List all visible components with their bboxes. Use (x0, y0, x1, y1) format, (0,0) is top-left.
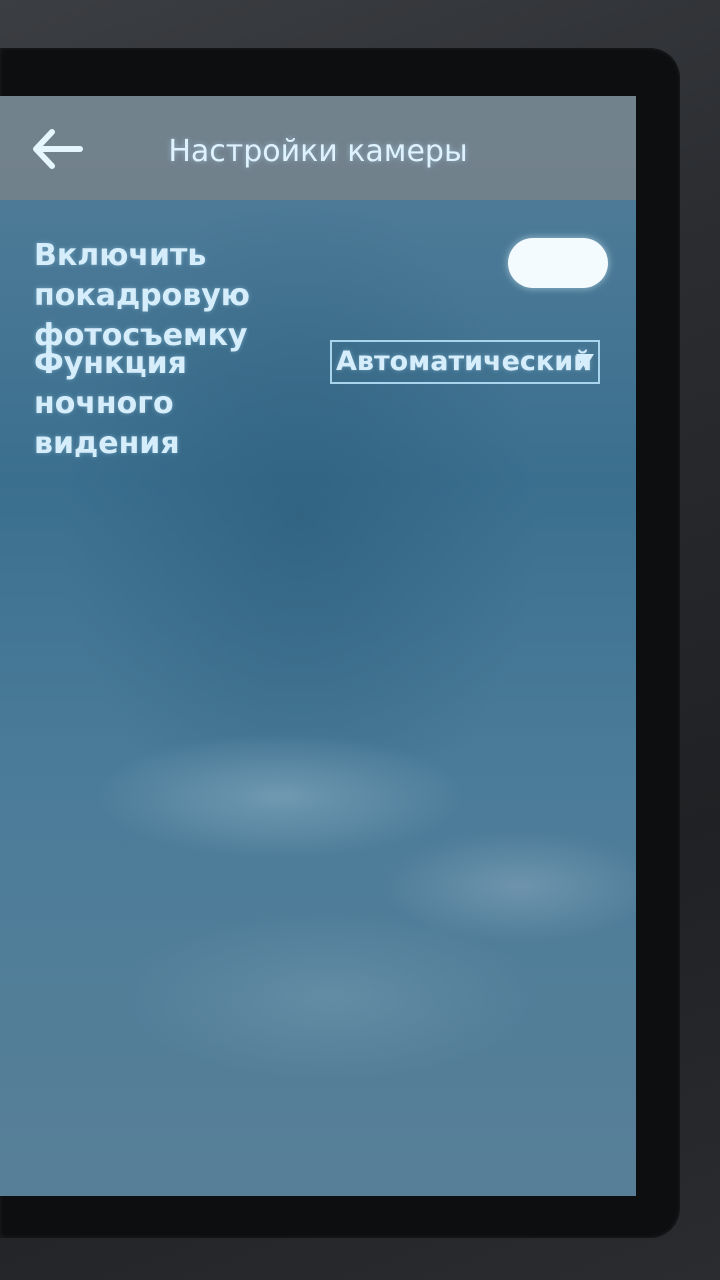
device-frame: Настройки камеры Включить покадровую фот… (0, 0, 720, 1280)
frame-by-frame-label: Включить покадровую фотосъемку (34, 238, 250, 353)
dropdown-caret-icon (576, 354, 594, 368)
setting-row-frame-by-frame: Включить покадровую фотосъемку (34, 236, 614, 356)
screen: Настройки камеры Включить покадровую фот… (0, 96, 636, 1196)
frame-by-frame-toggle[interactable] (508, 238, 608, 288)
night-vision-value: Автоматический (336, 346, 593, 377)
night-vision-label: Функция ночного видения (34, 346, 187, 461)
night-vision-select[interactable]: Автоматический (330, 340, 600, 384)
title-bar: Настройки камеры (0, 96, 636, 200)
arrow-left-icon[interactable] (30, 126, 86, 172)
setting-row-night-vision: Функция ночного видения Автоматический (34, 340, 614, 464)
page-title: Настройки камеры (168, 134, 468, 169)
